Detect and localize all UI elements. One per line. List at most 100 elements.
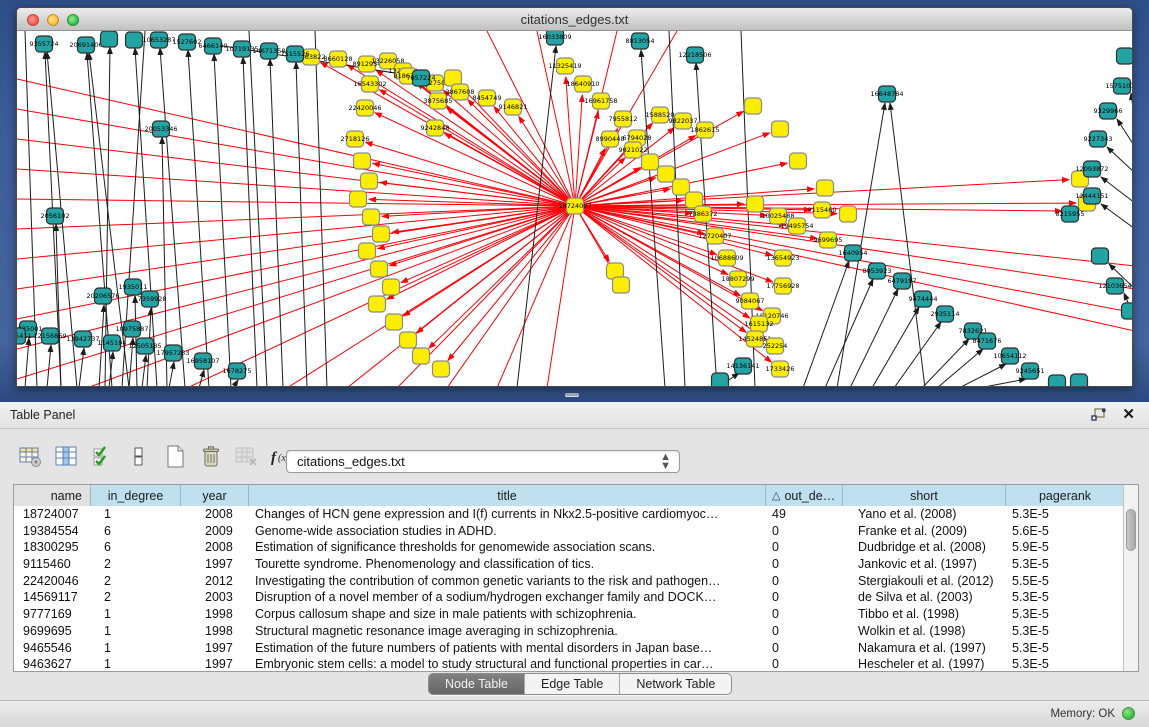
cited-node[interactable] [359, 243, 376, 259]
node-label: 2056102 [41, 212, 70, 220]
delete-icon[interactable] [198, 444, 224, 470]
table-row[interactable]: 946362711997Embryonic stem cells: a mode… [14, 656, 1125, 672]
cell-title: Embryonic stem cells: a model to study s… [249, 656, 766, 672]
table-row[interactable]: 977716911998Corpus callosum shape and si… [14, 606, 1125, 623]
citation-graph[interactable]: 7663822866012889129541322605813275031654… [17, 31, 1132, 386]
cell-editor-icon[interactable] [126, 444, 152, 470]
table-row[interactable]: 946554611997Estimation of the future num… [14, 640, 1125, 657]
table-header-row[interactable]: namein_degreeyeartitle△out_de…shortpager… [14, 485, 1125, 506]
node-label: 11325419 [548, 62, 581, 70]
node-label: 20053346 [144, 125, 177, 133]
cell-title: Disruption of a novel member of a sodium… [249, 589, 766, 606]
close-panel-icon[interactable]: ✕ [1122, 406, 1135, 424]
cited-node[interactable] [747, 196, 764, 212]
vertical-scrollbar[interactable] [1123, 485, 1138, 671]
cell-pagerank: 5.3E-5 [1006, 506, 1125, 523]
table-row[interactable]: 1872400712008Changes of HCN gene express… [14, 506, 1125, 523]
node-label: 9242848 [421, 124, 450, 132]
cited-node[interactable] [350, 191, 367, 207]
cited-node[interactable] [817, 180, 834, 196]
cell-year: 1997 [181, 656, 249, 672]
cited-node[interactable] [400, 332, 417, 348]
node-label: 14136141 [726, 362, 759, 370]
cited-node[interactable] [413, 348, 430, 364]
cited-node[interactable] [840, 206, 857, 222]
cited-node[interactable] [373, 226, 390, 242]
cited-node[interactable] [369, 296, 386, 312]
node-label: 8660128 [324, 55, 353, 63]
cell-in_degree: 1 [91, 606, 181, 623]
table-settings-icon[interactable] [18, 444, 44, 470]
table-row[interactable]: 911546021997Tourette syndrome. Phenomeno… [14, 556, 1125, 573]
node-label: 7886372 [689, 210, 718, 218]
table-row[interactable]: 1938455462009Genome-wide association stu… [14, 523, 1125, 540]
cited-node[interactable] [354, 153, 371, 169]
citing-node[interactable] [1092, 248, 1109, 264]
cell-in_degree: 1 [91, 656, 181, 672]
close-window-icon[interactable] [27, 14, 39, 26]
citing-node[interactable] [101, 31, 118, 47]
citing-node[interactable] [1122, 303, 1133, 319]
table-selector-dropdown[interactable]: citations_edges.txt ▲▼ [286, 450, 680, 473]
cell-in_degree: 2 [91, 556, 181, 573]
cited-node[interactable] [433, 361, 450, 377]
splitter-handle[interactable] [560, 390, 584, 399]
column-header-title[interactable]: title [249, 485, 766, 506]
citing-node[interactable] [126, 32, 143, 48]
node-label: 16033809 [538, 33, 571, 41]
cited-node[interactable] [772, 121, 789, 137]
table-row[interactable]: 2242004622012Investigating the contribut… [14, 573, 1125, 590]
column-header-short[interactable]: short [843, 485, 1006, 506]
cited-node[interactable] [361, 173, 378, 189]
citing-node[interactable] [1049, 375, 1066, 386]
cited-node[interactable] [613, 277, 630, 293]
cell-title: Investigating the contribution of common… [249, 573, 766, 590]
network-canvas[interactable]: 7663822866012889129541322605813275031654… [17, 31, 1132, 386]
cell-name: 9463627 [14, 656, 91, 672]
table-panel-body: f(x) citations_edges.txt ▲▼ namein_degre… [0, 429, 1149, 727]
column-header-out_degree[interactable]: △out_de… [766, 485, 843, 506]
cell-short: Stergiakouli et al. (2012) [843, 573, 1006, 590]
cell-short: Wolkin et al. (1998) [843, 623, 1006, 640]
column-header-pagerank[interactable]: pagerank [1006, 485, 1125, 506]
window-titlebar[interactable]: citations_edges.txt [17, 8, 1132, 31]
node-label: 9227343 [1084, 135, 1113, 143]
cited-node[interactable] [386, 314, 403, 330]
minimize-window-icon[interactable] [47, 14, 59, 26]
cell-year: 2008 [181, 539, 249, 556]
column-header-in_degree[interactable]: in_degree [91, 485, 181, 506]
new-file-icon[interactable] [162, 444, 188, 470]
cited-node[interactable] [642, 154, 659, 170]
citing-node[interactable] [1117, 48, 1133, 64]
citing-node[interactable] [712, 373, 729, 386]
zoom-window-icon[interactable] [67, 14, 79, 26]
cited-node[interactable] [371, 261, 388, 277]
tab-node-table[interactable]: Node Table [429, 674, 525, 694]
cited-node[interactable] [383, 279, 400, 295]
node-label: 17957253 [156, 349, 189, 357]
cell-out_degree: 0 [766, 523, 843, 540]
column-header-year[interactable]: year [181, 485, 249, 506]
float-panel-icon[interactable] [1091, 408, 1107, 422]
cell-title: Structural magnetic resonance image aver… [249, 623, 766, 640]
tab-network-table[interactable]: Network Table [620, 674, 731, 694]
scrollbar-thumb[interactable] [1126, 509, 1136, 551]
cell-pagerank: 5.9E-5 [1006, 539, 1125, 556]
node-label: 10975887 [115, 325, 148, 333]
cited-node[interactable] [363, 209, 380, 225]
cited-node[interactable] [745, 98, 762, 114]
table-row[interactable]: 1456911722003Disruption of a novel membe… [14, 589, 1125, 606]
insert-column-icon[interactable] [54, 444, 80, 470]
tab-edge-table[interactable]: Edge Table [525, 674, 620, 694]
node-label: 19495754 [780, 222, 813, 230]
cited-node[interactable] [790, 153, 807, 169]
cell-year: 2009 [181, 523, 249, 540]
citing-node[interactable] [1071, 374, 1088, 386]
table-row[interactable]: 1830029562008Estimation of significance … [14, 539, 1125, 556]
cited-node[interactable] [658, 166, 675, 182]
table-row[interactable]: 969969511998Structural magnetic resonanc… [14, 623, 1125, 640]
column-header-name[interactable]: name [14, 485, 91, 506]
node-label: 8813054 [626, 37, 655, 45]
table-body[interactable]: 1872400712008Changes of HCN gene express… [14, 506, 1125, 672]
select-rows-icon[interactable] [90, 444, 116, 470]
